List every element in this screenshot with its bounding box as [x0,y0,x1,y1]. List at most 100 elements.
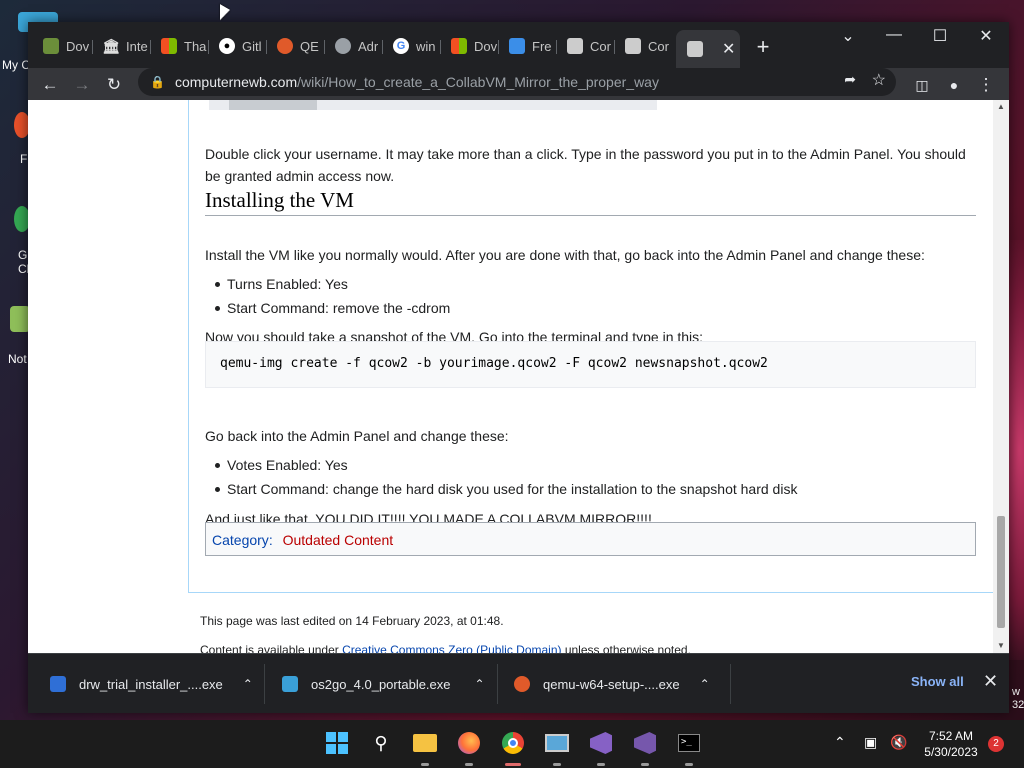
download-filename: drw_trial_installer_....exe [79,676,223,692]
start-windows-icon[interactable] [324,730,350,756]
globe-icon [335,38,351,54]
list-item: Votes Enabled: Yes [213,453,797,477]
scroll-down-icon[interactable]: ▼ [993,639,1009,653]
download-item-2[interactable]: os2go_4.0_portable.exe ⌃ [282,654,485,714]
category-box: Category: Outdated Content [205,522,976,556]
lock-icon[interactable]: 🔒 [150,75,165,89]
tab-label: Fre [532,38,552,54]
os2go-file-icon [282,676,298,692]
chevron-up-icon[interactable]: ⌃ [243,677,253,691]
page-viewport: Double click your username. It may take … [28,100,993,653]
visual-studio-icon[interactable] [588,730,614,756]
reload-icon[interactable]: ↻ [101,72,127,98]
list-item: Start Command: remove the -cdrom [213,296,450,320]
vertical-scrollbar[interactable]: ▲ ▼ [993,100,1009,653]
paragraph-admin-access: Double click your username. It may take … [205,146,966,184]
qemu-file-icon [514,676,530,692]
url-path: /wiki/How_to_create_a_CollabVM_Mirror_th… [297,74,659,90]
show-all-button[interactable]: Show all [911,674,964,689]
tab-6[interactable]: Adr [324,32,382,60]
footer-license: Content is available under Creative Comm… [200,643,691,653]
tab-9[interactable]: Fre [498,32,556,60]
minimize-button[interactable]: — [874,26,914,44]
tab-label: win [416,38,436,54]
minecraft-icon [43,38,59,54]
search-icon[interactable]: ⚲ [368,730,394,756]
address-bar[interactable]: 🔒 computernewb.com/wiki/How_to_create_a_… [138,68,896,96]
download-separator [730,664,731,704]
taskbar: ⚲ >_ ⌃ ▣ 🔇 7:52 AM 5/30/2023 2 [0,720,1024,768]
bookmark-star-icon[interactable]: ☆ [872,70,886,90]
github-icon: ● [219,38,235,54]
download-item-3[interactable]: qemu-w64-setup-....exe ⌃ [514,654,710,714]
new-tab-button[interactable]: + [751,34,775,60]
chevron-up-icon[interactable]: ⌃ [475,677,485,691]
freeform-icon [509,38,525,54]
download-filename: qemu-w64-setup-....exe [543,676,680,692]
tab-5[interactable]: QE [266,32,324,60]
volume-muted-icon[interactable]: 🔇 [890,734,907,751]
tray-chevron-up-icon[interactable]: ⌃ [834,734,846,751]
remote-desktop-icon[interactable] [544,730,570,756]
firefox-icon[interactable] [456,730,482,756]
tab-8[interactable]: Dov [440,32,498,60]
close-window-button[interactable]: ✕ [966,26,1006,46]
maximize-button[interactable]: ☐ [920,26,960,46]
clock-date: 5/30/2023 [924,745,978,759]
tab-label: Adr [358,38,379,54]
tab-search-icon[interactable]: ⌄ [828,26,868,46]
qemu-icon [277,38,293,54]
section-heading: Installing the VM [205,188,976,216]
profile-icon[interactable]: ● [941,72,967,98]
network-icon[interactable]: ▣ [864,734,877,751]
category-link[interactable]: Category [212,532,269,548]
forward-icon[interactable]: → [69,72,95,98]
tab-4[interactable]: ● Gitl [208,32,266,60]
share-icon[interactable]: ➦ [844,71,856,88]
settings-list-1: Turns Enabled: Yes Start Command: remove… [213,272,450,320]
back-icon[interactable]: ← [37,72,63,98]
license-suffix: unless otherwise noted. [561,643,691,653]
visual-studio-preview-icon[interactable] [632,730,658,756]
running-indicator [465,763,473,766]
file-explorer-icon[interactable] [412,730,438,756]
download-shelf: drw_trial_installer_....exe ⌃ os2go_4.0_… [28,653,1009,713]
windows-icon [451,38,467,54]
code-block[interactable]: qemu-img create -f qcow2 -b yourimage.qc… [205,341,976,388]
scroll-thumb[interactable] [997,516,1005,628]
windows-icon [161,38,177,54]
outdated-content-link[interactable]: Outdated Content [283,532,394,548]
archive-icon: 🏛 [102,37,120,54]
installer-file-icon [50,676,66,692]
paragraph-install: Install the VM like you normally would. … [205,247,925,263]
side-panel-icon[interactable]: ◫ [909,72,935,98]
tab-label: Dov [66,38,90,54]
menu-kebab-icon[interactable]: ⋮ [973,72,999,98]
close-tab-icon[interactable]: ✕ [722,39,735,59]
system-clock[interactable]: 7:52 AM 5/30/2023 [916,728,986,760]
tab-3[interactable]: Tha [150,32,208,60]
tab-2[interactable]: 🏛 Inte [92,32,150,60]
notification-badge[interactable]: 2 [988,736,1004,752]
running-indicator [421,763,429,766]
collabvm-icon [567,38,583,54]
download-item-1[interactable]: drw_trial_installer_....exe ⌃ [50,654,253,714]
tab-11[interactable]: Cor [614,32,672,60]
clock-time: 7:52 AM [928,729,974,743]
collabvm-icon [687,41,703,57]
close-shelf-icon[interactable]: ✕ [983,671,998,692]
chrome-icon[interactable] [500,730,526,756]
google-icon: G [393,38,409,54]
license-link[interactable]: Creative Commons Zero (Public Domain) [342,643,561,653]
running-indicator [685,763,693,766]
tab-active[interactable]: ✕ [676,30,740,68]
tab-7[interactable]: Gwin [382,32,440,60]
tab-label: Cor [590,38,611,54]
chevron-up-icon[interactable]: ⌃ [700,677,710,691]
tab-1[interactable]: Dov [32,32,90,60]
tab-10[interactable]: Cor [556,32,614,60]
list-item: Turns Enabled: Yes [213,272,450,296]
terminal-icon[interactable]: >_ [676,730,702,756]
license-prefix: Content is available under [200,643,343,653]
scroll-up-icon[interactable]: ▲ [993,100,1009,114]
